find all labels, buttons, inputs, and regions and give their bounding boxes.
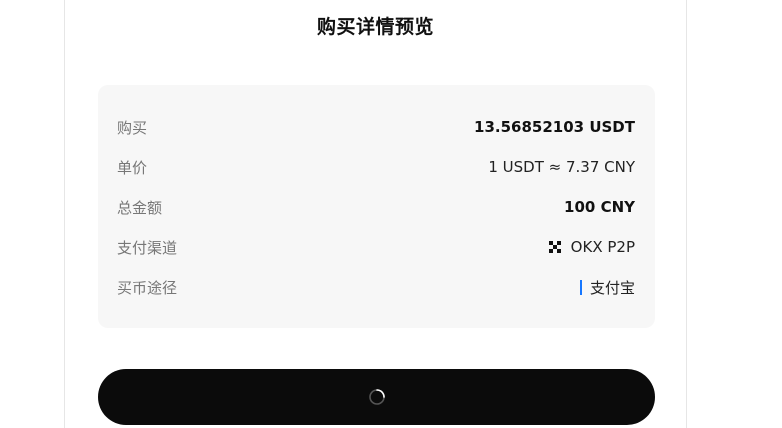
page: 购买详情预览 购买 13.56852103 USDT 单价 1 USDT ≈ 7…	[0, 0, 782, 428]
detail-label: 支付渠道	[117, 238, 178, 257]
purchase-details-card: 购买 13.56852103 USDT 单价 1 USDT ≈ 7.37 CNY…	[98, 85, 655, 328]
page-title: 购买详情预览	[316, 16, 434, 38]
purchase-preview-panel: 购买详情预览 购买 13.56852103 USDT 单价 1 USDT ≈ 7…	[64, 0, 687, 428]
purchase-amount: 13.56852103 USDT	[474, 118, 635, 136]
total-amount: 100 CNY	[564, 198, 635, 216]
detail-label: 买币途径	[117, 278, 178, 297]
alipay-bar-icon	[579, 279, 582, 295]
detail-row-purchase-method: 买币途径 支付宝	[117, 275, 635, 299]
detail-row-payment-channel: 支付渠道 OKX P2P	[117, 235, 635, 259]
detail-value: 支付宝	[579, 277, 635, 298]
detail-row-unit-price: 单价 1 USDT ≈ 7.37 CNY	[117, 155, 635, 179]
detail-row-purchase: 购买 13.56852103 USDT	[117, 115, 635, 139]
detail-value: 13.56852103 USDT	[474, 118, 635, 136]
detail-value: 100 CNY	[564, 198, 635, 216]
detail-label: 总金额	[117, 198, 163, 217]
unit-price: 1 USDT ≈ 7.37 CNY	[488, 158, 635, 176]
loading-spinner-icon	[368, 389, 385, 405]
okx-logo-icon	[548, 241, 561, 253]
payment-channel: OKX P2P	[570, 238, 635, 256]
confirm-buy-button[interactable]	[98, 369, 655, 425]
detail-row-total: 总金额 100 CNY	[117, 195, 635, 219]
detail-label: 购买	[117, 118, 148, 137]
purchase-method: 支付宝	[589, 278, 635, 297]
detail-label: 单价	[117, 158, 148, 177]
detail-value: OKX P2P	[548, 238, 635, 256]
detail-value: 1 USDT ≈ 7.37 CNY	[488, 158, 635, 176]
